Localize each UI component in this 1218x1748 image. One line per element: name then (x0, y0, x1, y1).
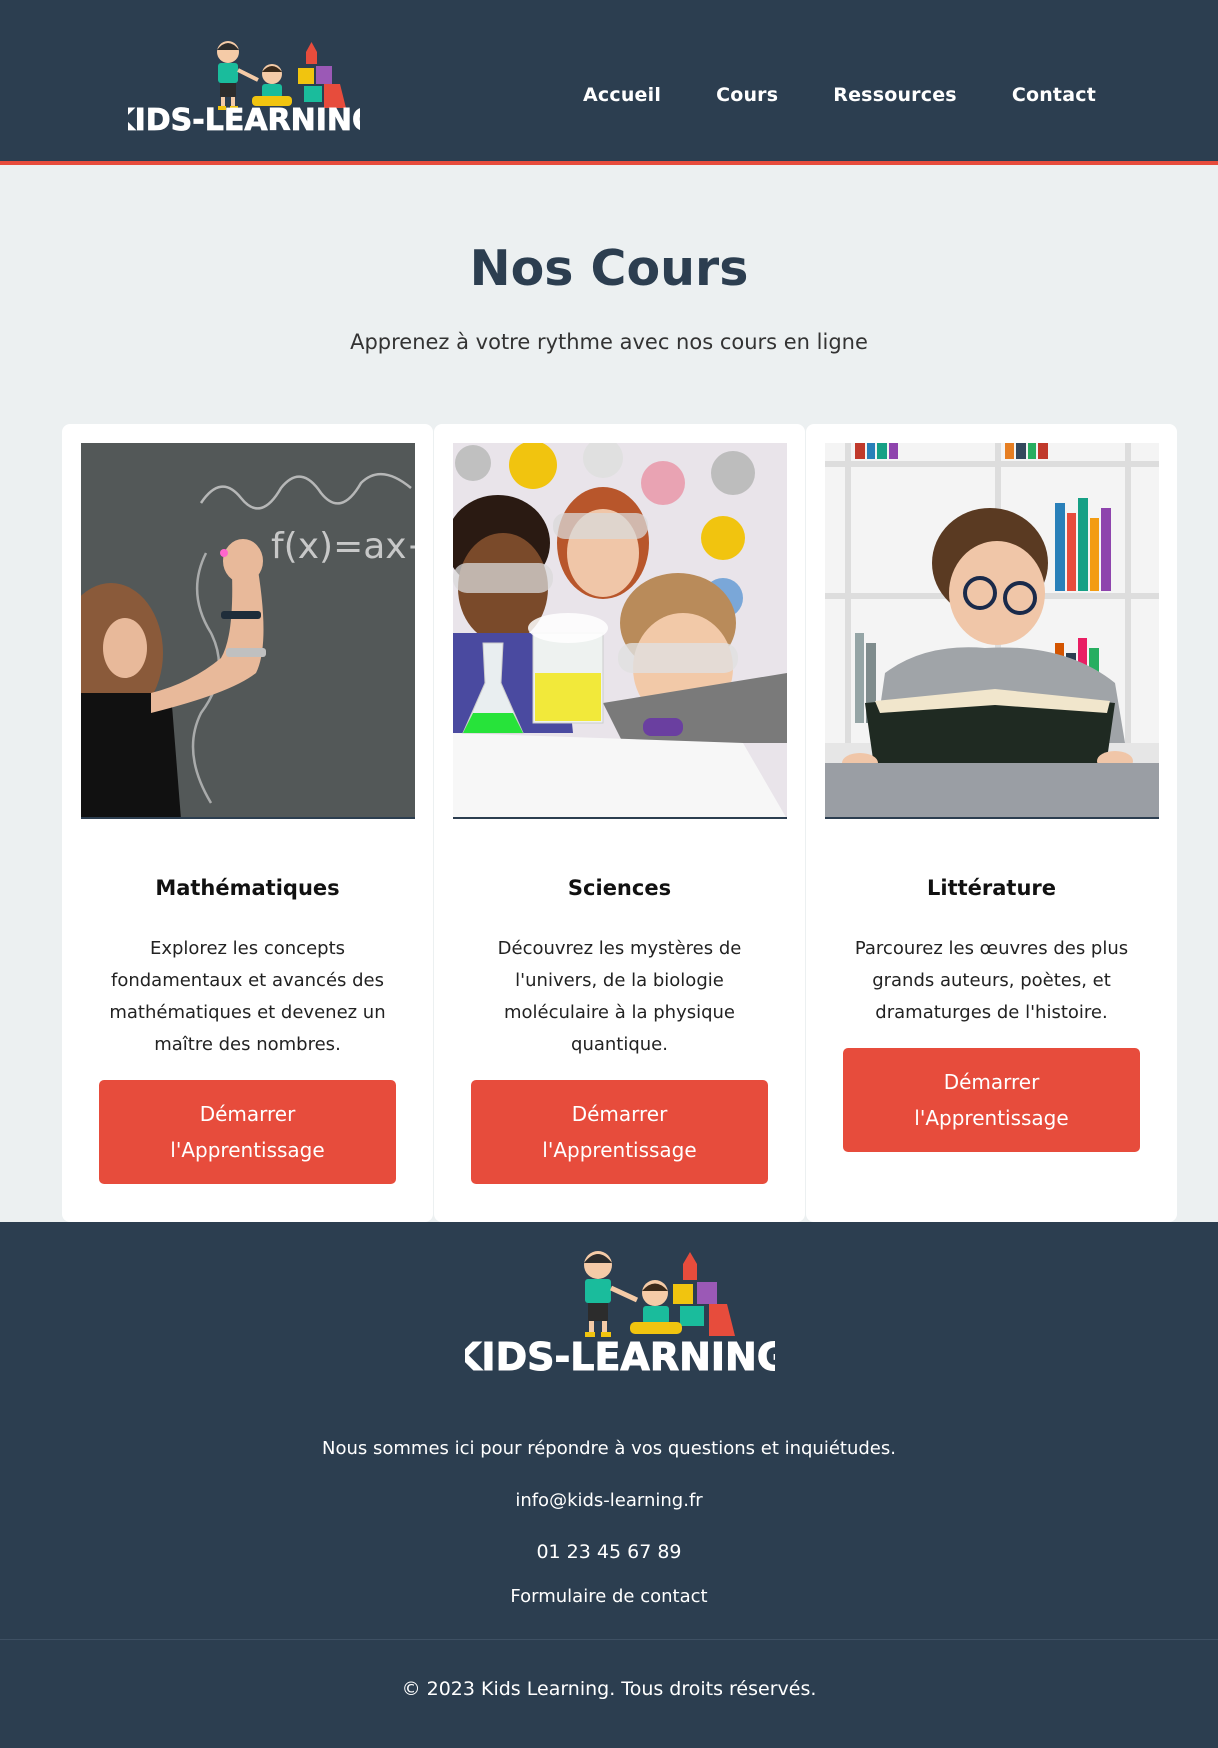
main-nav: Accueil Cours Ressources Contact (528, 84, 1096, 106)
nav-link-contact[interactable]: Contact (1012, 84, 1096, 106)
page-title: Nos Cours (469, 240, 749, 297)
course-card-litterature: Littérature Parcourez les œuvres des plu… (806, 424, 1177, 1222)
svg-text:f(x)=ax+: f(x)=ax+ (271, 526, 415, 567)
svg-text:KIDS-LEARNING: KIDS-LEARNING (128, 103, 360, 138)
footer-divider (0, 1639, 1218, 1640)
site-header: KIDS-LEARNING Accueil Cours Ressources C… (0, 0, 1218, 165)
course-title: Mathématiques (155, 876, 340, 900)
footer-contact-form-link[interactable]: Formulaire de contact (0, 1586, 1218, 1607)
footer-copyright: © 2023 Kids Learning. Tous droits réserv… (401, 1678, 817, 1700)
footer-phone: 01 23 45 67 89 (536, 1541, 682, 1563)
site-footer: KIDS-LEARNING Nous sommes ici pour répon… (0, 1222, 1218, 1748)
nav-link-ressources[interactable]: Ressources (833, 84, 957, 106)
course-card-mathematiques: f(x)=ax+ Mathématiques Explorez les conc… (62, 424, 433, 1222)
course-cards: f(x)=ax+ Mathématiques Explorez les conc… (62, 424, 1178, 1222)
footer-email-link[interactable]: info@kids-learning.fr (0, 1490, 1218, 1511)
kids-learning-logo[interactable]: KIDS-LEARNING (128, 38, 360, 138)
page-subtitle: Apprenez à votre rythme avec nos cours e… (350, 330, 868, 354)
course-description: Explorez les concepts fondamentaux et av… (109, 938, 386, 1055)
nav-link-cours[interactable]: Cours (716, 84, 778, 106)
course-title: Sciences (567, 876, 672, 900)
kids-learning-footer-logo[interactable]: KIDS-LEARNING (465, 1248, 775, 1378)
start-learning-button-mathematiques[interactable]: Démarrer l'Apprentissage (99, 1080, 396, 1184)
literature-course-image (825, 443, 1159, 819)
science-course-image (453, 443, 787, 819)
course-description: Parcourez les œuvres des plus grands aut… (854, 938, 1129, 1023)
footer-tagline: Nous sommes ici pour répondre à vos ques… (322, 1438, 896, 1459)
start-learning-button-sciences[interactable]: Démarrer l'Apprentissage (471, 1080, 768, 1184)
math-course-image: f(x)=ax+ (81, 443, 415, 819)
course-description: Découvrez les mystères de l'univers, de … (497, 938, 742, 1055)
nav-link-accueil[interactable]: Accueil (583, 84, 661, 106)
course-card-sciences: Sciences Découvrez les mystères de l'uni… (434, 424, 805, 1222)
course-title: Littérature (926, 876, 1056, 900)
svg-text:KIDS-LEARNING: KIDS-LEARNING (465, 1335, 775, 1378)
start-learning-button-litterature[interactable]: Démarrer l'Apprentissage (843, 1048, 1140, 1152)
